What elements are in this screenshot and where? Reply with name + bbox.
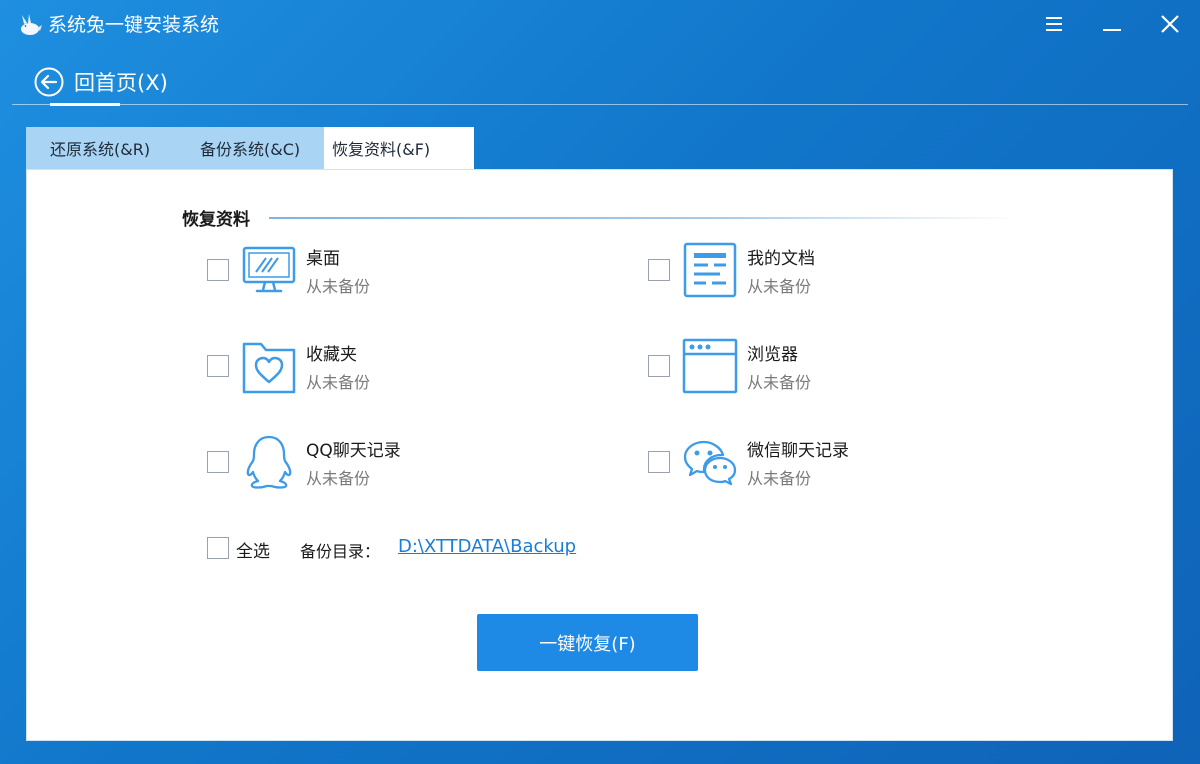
tab-label: 还原系统(&R) <box>50 140 151 159</box>
wechat-chat-checkbox[interactable] <box>648 451 670 473</box>
one-click-restore-button[interactable]: 一键恢复(F) <box>477 614 698 671</box>
backup-dir-link[interactable]: D:\XTTDATA\Backup <box>398 536 576 557</box>
item-status: 从未备份 <box>747 469 812 488</box>
list-item-wechat-chat: 微信聊天记录 从未备份 <box>648 432 978 492</box>
favorites-folder-icon <box>242 342 296 394</box>
item-status: 从未备份 <box>306 277 371 296</box>
qq-penguin-icon <box>246 435 292 489</box>
my-documents-checkbox[interactable] <box>648 259 670 281</box>
select-all-checkbox[interactable] <box>207 537 229 559</box>
item-name: 收藏夹 <box>306 345 357 365</box>
back-home-label: 回首页(X) <box>74 71 168 95</box>
tab-restore-system[interactable]: 还原系统(&R) <box>26 127 176 169</box>
item-name: 桌面 <box>306 249 340 269</box>
back-arrow-icon <box>34 67 64 97</box>
rabbit-logo-icon <box>21 14 42 35</box>
item-name: 浏览器 <box>747 345 798 365</box>
header-active-indicator <box>50 103 120 106</box>
item-status: 从未备份 <box>747 373 812 392</box>
wechat-icon <box>683 440 737 486</box>
hamburger-menu-icon <box>1046 17 1062 31</box>
tab-backup-system[interactable]: 备份系统(&C) <box>176 127 324 169</box>
list-item-my-documents: 我的文档 从未备份 <box>648 240 978 300</box>
list-item-desktop: 桌面 从未备份 <box>207 240 537 300</box>
section-title: 恢复资料 <box>182 210 250 230</box>
backup-dir-label: 备份目录： <box>300 542 381 561</box>
item-name: QQ聊天记录 <box>306 441 401 461</box>
tab-restore-data[interactable]: 恢复资料(&F) <box>324 127 474 169</box>
close-icon <box>1161 15 1179 33</box>
browser-window-icon <box>682 338 738 394</box>
restore-button-label: 一键恢复(F) <box>539 633 636 655</box>
item-status: 从未备份 <box>747 277 812 296</box>
tab-label: 备份系统(&C) <box>200 140 301 159</box>
monitor-icon <box>242 246 296 293</box>
app-title: 系统兔一键安装系统 <box>48 14 220 36</box>
document-icon <box>683 242 737 298</box>
item-name: 微信聊天记录 <box>747 441 849 461</box>
back-home-button[interactable]: 回首页(X) <box>34 66 168 98</box>
minimize-button[interactable] <box>1094 8 1130 40</box>
menu-button[interactable] <box>1036 8 1072 40</box>
tab-bar: 还原系统(&R) 备份系统(&C) 恢复资料(&F) <box>26 127 474 169</box>
item-status: 从未备份 <box>306 373 371 392</box>
favorites-checkbox[interactable] <box>207 355 229 377</box>
tab-label: 恢复资料(&F) <box>332 140 431 159</box>
section-divider <box>269 217 1019 219</box>
desktop-checkbox[interactable] <box>207 259 229 281</box>
header-divider <box>12 104 1188 105</box>
main-panel: 恢复资料 桌面 从未备份 我的文档 从未备份 收藏夹 从未备份 浏览器 从未备份… <box>26 169 1173 741</box>
item-name: 我的文档 <box>747 249 815 269</box>
list-item-browser: 浏览器 从未备份 <box>648 336 978 396</box>
browser-checkbox[interactable] <box>648 355 670 377</box>
list-item-favorites: 收藏夹 从未备份 <box>207 336 537 396</box>
qq-chat-checkbox[interactable] <box>207 451 229 473</box>
list-item-qq-chat: QQ聊天记录 从未备份 <box>207 432 537 492</box>
select-all-label: 全选 <box>236 542 270 562</box>
item-status: 从未备份 <box>306 469 371 488</box>
close-button[interactable] <box>1152 8 1188 40</box>
title-bar: 系统兔一键安装系统 <box>0 0 1200 50</box>
minimize-icon <box>1103 29 1121 31</box>
